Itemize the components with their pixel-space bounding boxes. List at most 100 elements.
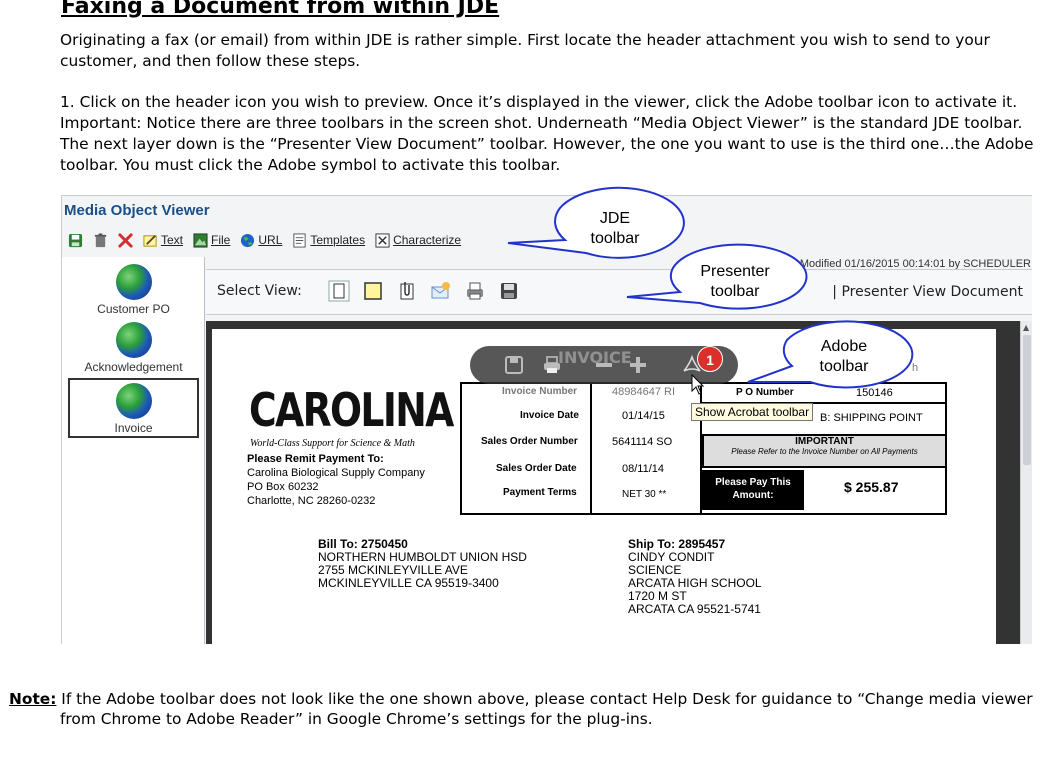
templates-button-label: Templates (310, 233, 366, 247)
remit-address: Please Remit Payment To: Carolina Biolog… (247, 452, 425, 508)
globe-icon (241, 233, 255, 247)
attachment-clip-icon[interactable] (396, 280, 418, 302)
single-page-view-icon[interactable] (328, 280, 350, 302)
characterize-button-label: Characterize (393, 233, 462, 247)
important-subtitle: Please Refer to the Invoice Number on Al… (731, 447, 918, 456)
document-title: Faxing a Document from within JDE (61, 0, 500, 19)
file-button[interactable]: File (193, 232, 231, 248)
invoice-date-value: 01/14/15 (622, 410, 665, 422)
notification-badge: 1 (697, 346, 723, 372)
bill-to-heading: Bill To: 2750450 (318, 537, 408, 551)
sales-order-date-value: 08/11/14 (622, 463, 665, 475)
templates-button[interactable]: Templates (292, 232, 366, 248)
note-text: If the Adobe toolbar does not look like … (56, 690, 1033, 728)
print-icon[interactable] (542, 355, 562, 375)
address-line: MCKINLEYVILLE CA 95519-3400 (318, 576, 499, 590)
select-view-label: Select View: (217, 283, 302, 299)
save-icon[interactable] (504, 355, 524, 375)
zoom-out-icon[interactable] (594, 355, 614, 375)
note-label: Note: (9, 690, 57, 708)
characterize-icon (375, 232, 390, 248)
attachment-label: Customer PO (97, 302, 170, 316)
page-label: h (912, 362, 919, 374)
image-file-icon (193, 232, 208, 248)
ship-to-heading: Ship To: 2895457 (628, 537, 726, 551)
amount-due: $ 255.87 (844, 479, 899, 495)
trash-icon (94, 232, 107, 247)
presenter-callout-text: Presenter toolbar (690, 262, 780, 302)
attachment-list: Customer PO Acknowledgement Invoice (62, 257, 205, 644)
ship-to-address: Ship To: 2895457 CINDY CONDIT SCIENCE AR… (628, 538, 762, 616)
template-icon (293, 232, 306, 248)
logo-tagline: World-Class Support for Science & Math (250, 438, 415, 449)
jde-callout-text: JDE toolbar (575, 209, 655, 249)
attachment-customer-po[interactable]: Customer PO (68, 261, 199, 317)
remit-line: PO Box 60232 (247, 481, 319, 493)
invoice-number-label: Invoice Number (502, 386, 578, 397)
presenter-toolbar: Select View: | Presenter View Document (206, 269, 1032, 315)
presenter-view-document-title: | Presenter View Document (832, 284, 1023, 300)
fob-value: B: SHIPPING POINT (820, 412, 923, 424)
email-icon[interactable] (430, 280, 452, 302)
invoice-number-value: 48984647 RI (612, 386, 675, 398)
viewer-title: Media Object Viewer (64, 202, 210, 219)
globe-icon (115, 383, 152, 419)
address-line: SCIENCE (628, 563, 682, 577)
attachment-invoice[interactable]: Invoice (68, 378, 199, 438)
attachment-acknowledgement[interactable]: Acknowledgement (68, 319, 199, 375)
text-button-label: Text (161, 233, 184, 247)
presenter-callout-label: Presenter toolbar (700, 263, 770, 300)
remit-line: Carolina Biological Supply Company (247, 467, 425, 479)
invoice-date-label: Invoice Date (520, 410, 579, 421)
globe-icon (115, 264, 152, 300)
acrobat-tooltip: Show Acrobat toolbar (691, 403, 814, 421)
scrollbar-thumb[interactable] (1023, 335, 1031, 465)
media-object-viewer-screenshot: Media Object Viewer Text File URL Templa… (61, 195, 1032, 644)
close-button[interactable] (118, 232, 133, 248)
payment-terms-label: Payment Terms (503, 487, 577, 498)
remit-line: Charlotte, NC 28260-0232 (247, 495, 376, 507)
adobe-callout-label: Adobe toolbar (819, 338, 869, 375)
invoice-details-table: Invoice Number 48984647 RI Invoice Date … (460, 362, 947, 515)
address-line: ARCATA CA 95521-5741 (628, 602, 761, 616)
po-number-label: P O Number (736, 387, 794, 398)
url-button[interactable]: URL (240, 233, 282, 248)
attachment-label: Acknowledgement (84, 360, 183, 374)
viewer-scrollbar[interactable]: ▲ (1020, 321, 1032, 644)
scroll-up-icon[interactable]: ▲ (1023, 323, 1029, 332)
zoom-in-icon[interactable] (628, 355, 648, 375)
bill-to-address: Bill To: 2750450 NORTHERN HUMBOLDT UNION… (318, 538, 527, 590)
payment-terms-value: NET 30 ** (622, 489, 667, 500)
step-1-paragraph: 1. Click on the header icon you wish to … (60, 93, 1034, 174)
jde-toolbar: Text File URL Templates Characterize (62, 226, 1032, 254)
save-button[interactable] (68, 233, 83, 248)
important-box: IMPORTANT Please Refer to the Invoice Nu… (702, 434, 947, 468)
carolina-logo: CAROLINA (249, 383, 454, 437)
address-line: ARCATA HIGH SCHOOL (628, 576, 762, 590)
file-button-label: File (211, 233, 231, 247)
pay-amount-label: Please Pay This Amount: (702, 470, 804, 510)
text-button[interactable]: Text (143, 233, 183, 248)
address-line: 1720 M ST (628, 589, 687, 603)
sales-order-number-value: 5641114 SO (612, 436, 673, 448)
note-paragraph: Note: If the Adobe toolbar does not look… (9, 689, 1044, 729)
print-icon[interactable] (464, 280, 486, 302)
frame-view-icon[interactable] (362, 280, 384, 302)
sales-order-date-label: Sales Order Date (496, 463, 577, 474)
attachment-label: Invoice (114, 421, 153, 435)
save-icon (68, 233, 83, 247)
pencil-note-icon (143, 234, 157, 247)
delete-button[interactable] (93, 232, 108, 248)
sales-order-number-label: Sales Order Number (481, 436, 578, 447)
save-icon[interactable] (498, 280, 520, 302)
characterize-button[interactable]: Characterize (375, 232, 462, 248)
mouse-cursor-icon (691, 374, 705, 395)
remit-heading: Please Remit Payment To: (247, 453, 384, 465)
adobe-callout-text: Adobe toolbar (804, 337, 884, 377)
close-icon (118, 232, 133, 248)
globe-icon (115, 322, 152, 358)
url-button-label: URL (258, 233, 283, 247)
address-line: 2755 MCKINLEYVILLE AVE (318, 563, 468, 577)
important-title: IMPORTANT (795, 436, 854, 447)
intro-paragraph: Originating a fax (or email) from within… (60, 31, 990, 70)
